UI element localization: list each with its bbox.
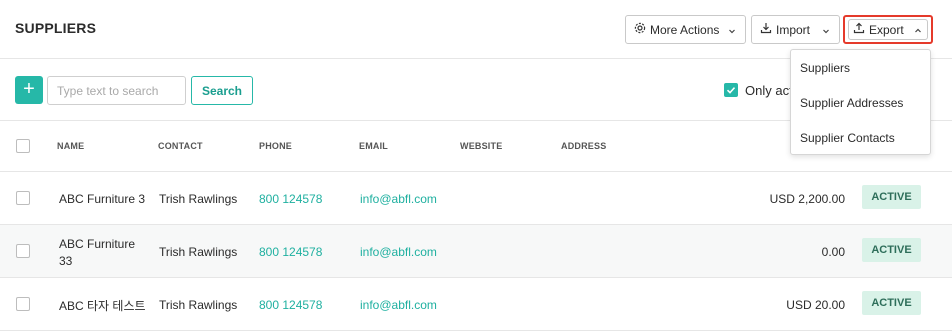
export-button[interactable]: Export — [843, 15, 933, 44]
column-header-contact[interactable]: CONTACT — [158, 141, 203, 151]
export-button-content: Export — [853, 22, 904, 37]
column-header-phone[interactable]: PHONE — [259, 141, 292, 151]
chevron-down-icon — [822, 24, 830, 38]
supplier-email[interactable]: info@abfl.com — [360, 245, 437, 259]
row-checkbox[interactable] — [16, 297, 30, 311]
column-header-address[interactable]: ADDRESS — [561, 141, 606, 151]
column-header-name[interactable]: NAME — [57, 141, 84, 151]
search-input[interactable] — [47, 76, 186, 105]
supplier-phone[interactable]: 800 124578 — [259, 245, 322, 259]
supplier-phone[interactable]: 800 124578 — [259, 298, 322, 312]
add-supplier-button[interactable]: + — [15, 76, 43, 104]
table-row[interactable]: ABC Furniture 33 Trish Rawlings 800 1245… — [0, 225, 952, 278]
export-dropdown-menu: Suppliers Supplier Addresses Supplier Co… — [790, 49, 931, 155]
supplier-contact: Trish Rawlings — [159, 192, 238, 206]
export-menu-item-supplier-contacts[interactable]: Supplier Contacts — [800, 131, 895, 145]
upload-icon — [853, 22, 865, 37]
chevron-up-icon — [914, 24, 922, 38]
export-menu-item-suppliers[interactable]: Suppliers — [800, 61, 850, 75]
row-checkbox[interactable] — [16, 244, 30, 258]
more-actions-label: More Actions — [650, 22, 720, 37]
status-badge: ACTIVE — [862, 238, 921, 262]
import-label: Import — [776, 22, 811, 37]
search-button[interactable]: Search — [191, 76, 253, 105]
select-all-checkbox[interactable] — [16, 139, 30, 153]
column-header-website[interactable]: WEBSITE — [460, 141, 502, 151]
only-active-label: Only act — [745, 83, 793, 98]
status-badge: ACTIVE — [862, 185, 921, 209]
import-button[interactable]: Import — [751, 15, 840, 44]
supplier-contact: Trish Rawlings — [159, 298, 238, 312]
supplier-name[interactable]: ABC Furniture 3 — [59, 192, 145, 206]
export-label: Export — [869, 22, 904, 37]
supplier-phone[interactable]: 800 124578 — [259, 192, 322, 206]
export-menu-item-supplier-addresses[interactable]: Supplier Addresses — [800, 96, 903, 110]
supplier-name[interactable]: ABC Furniture 33 — [59, 236, 139, 270]
table-row[interactable]: ABC 타자 테스트 Trish Rawlings 800 124578 inf… — [0, 278, 952, 331]
checkmark-icon — [726, 87, 736, 94]
gear-icon — [634, 22, 646, 37]
supplier-name[interactable]: ABC 타자 테스트 — [59, 297, 146, 314]
column-header-email[interactable]: EMAIL — [359, 141, 388, 151]
supplier-amount: USD 20.00 — [786, 298, 845, 312]
chevron-down-icon — [728, 24, 736, 38]
supplier-email[interactable]: info@abfl.com — [360, 192, 437, 206]
supplier-amount: USD 2,200.00 — [769, 192, 845, 206]
supplier-amount: 0.00 — [821, 245, 845, 259]
page-title: SUPPLIERS — [15, 20, 97, 36]
supplier-email[interactable]: info@abfl.com — [360, 298, 437, 312]
download-icon — [760, 22, 772, 37]
only-active-checkbox[interactable] — [724, 83, 738, 97]
status-badge: ACTIVE — [862, 291, 921, 315]
more-actions-button[interactable]: More Actions — [625, 15, 746, 44]
table-row[interactable]: ABC Furniture 3 Trish Rawlings 800 12457… — [0, 172, 952, 225]
supplier-contact: Trish Rawlings — [159, 245, 238, 259]
row-checkbox[interactable] — [16, 191, 30, 205]
